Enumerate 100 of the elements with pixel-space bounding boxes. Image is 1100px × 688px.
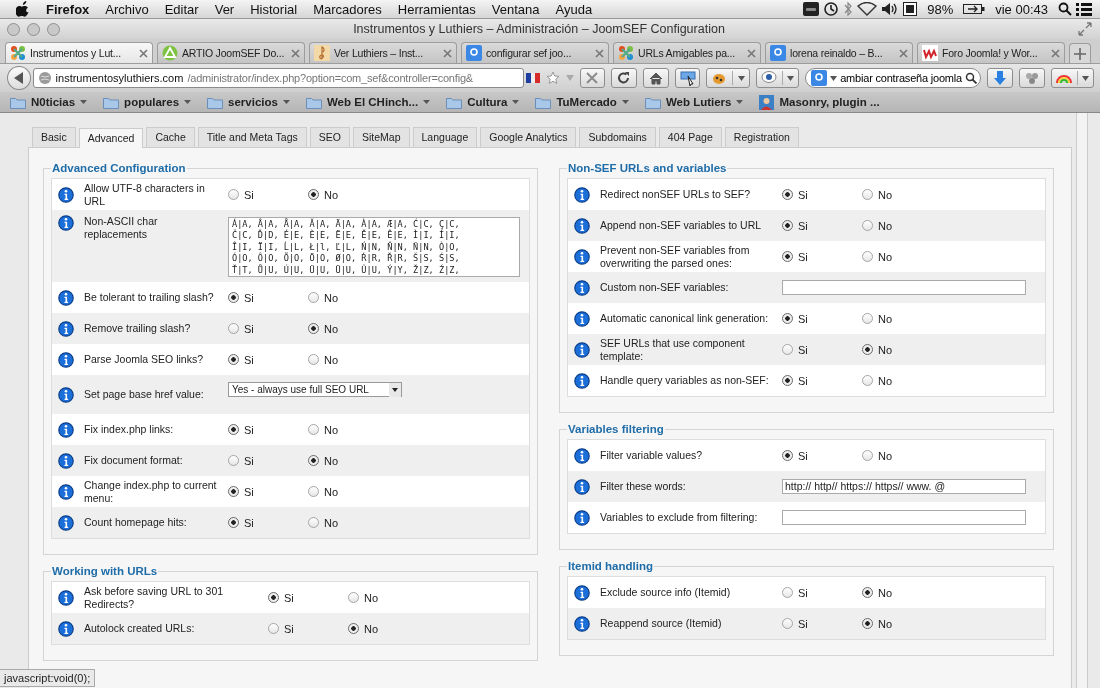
search-icon[interactable] xyxy=(1058,2,1072,16)
bookmark-item[interactable]: populares xyxy=(103,95,192,109)
bookmark-item[interactable]: Masonry, plugin ... xyxy=(759,94,880,110)
info-icon[interactable] xyxy=(574,279,590,296)
volume-icon[interactable] xyxy=(881,2,900,16)
battery-icon[interactable] xyxy=(963,3,986,15)
text-field[interactable]: http:// http// https:// https// www. @ xyxy=(782,479,1026,494)
browser-tab[interactable]: ARTIO JoomSEF Do... xyxy=(157,42,305,63)
speech-bubble-button[interactable] xyxy=(755,68,800,88)
list-menu-icon[interactable] xyxy=(1076,2,1092,16)
radio-button[interactable] xyxy=(782,618,793,629)
radio-button[interactable] xyxy=(228,517,239,528)
settings-tab[interactable]: Cache xyxy=(146,127,195,147)
close-icon[interactable] xyxy=(139,48,148,58)
radio-button[interactable] xyxy=(782,344,793,355)
square-logo-icon[interactable] xyxy=(811,70,828,86)
browser-tab[interactable]: configurar sef joo... xyxy=(461,42,609,63)
menu-clock[interactable]: vie 00:43 xyxy=(989,1,1054,17)
browser-tab[interactable]: Instrumentos y Lut... xyxy=(5,42,153,63)
radio-button[interactable] xyxy=(782,189,793,200)
home-button[interactable] xyxy=(643,68,669,88)
radio-button[interactable] xyxy=(782,251,793,262)
settings-tab[interactable]: Registration xyxy=(724,127,799,147)
search-field[interactable]: ambiar contraseña joomla xyxy=(805,68,982,88)
fullscreen-icon[interactable] xyxy=(1078,22,1092,36)
info-icon[interactable] xyxy=(574,310,590,327)
radio-button[interactable] xyxy=(862,251,873,262)
menu-item[interactable]: Editar xyxy=(158,1,205,17)
info-icon[interactable] xyxy=(58,514,74,531)
address-field[interactable]: instrumentosyluthiers.com /administrator/index.php?option=com_sef&controller=config& xyxy=(32,68,524,88)
settings-tab[interactable]: Google Analytics xyxy=(480,127,577,147)
radio-button[interactable] xyxy=(308,486,319,497)
info-icon[interactable] xyxy=(574,341,590,358)
info-icon[interactable] xyxy=(574,447,590,464)
info-icon[interactable] xyxy=(574,248,590,265)
radio-button[interactable] xyxy=(862,344,873,355)
info-icon[interactable] xyxy=(58,186,74,203)
radio-button[interactable] xyxy=(782,220,793,231)
scrollbar[interactable] xyxy=(1076,113,1088,688)
info-icon[interactable] xyxy=(574,509,590,526)
reload-button[interactable] xyxy=(611,68,638,88)
bookmark-item[interactable]: N0ticias xyxy=(10,95,88,109)
info-icon[interactable] xyxy=(58,289,74,306)
info-icon[interactable] xyxy=(574,186,590,203)
download-button[interactable] xyxy=(987,68,1013,88)
dropdown-arrow-icon[interactable] xyxy=(830,75,838,81)
radio-button[interactable] xyxy=(228,486,239,497)
radio-button[interactable] xyxy=(308,517,319,528)
dropdown-select[interactable]: Yes - always use full SEO URL xyxy=(228,382,402,397)
close-icon[interactable] xyxy=(443,48,452,58)
browser-tab[interactable]: Foro Joomla! y Wor... xyxy=(917,42,1065,63)
info-icon[interactable] xyxy=(58,589,74,606)
radio-button[interactable] xyxy=(862,450,873,461)
radio-button[interactable] xyxy=(782,450,793,461)
radio-button[interactable] xyxy=(862,587,873,598)
info-icon[interactable] xyxy=(58,483,74,500)
bookmark-item[interactable]: Web Lutiers xyxy=(644,95,744,109)
radio-button[interactable] xyxy=(228,292,239,303)
radio-button[interactable] xyxy=(228,424,239,435)
radio-button[interactable] xyxy=(862,220,873,231)
settings-tab[interactable]: Advanced xyxy=(78,128,144,148)
apple-logo-icon[interactable] xyxy=(16,1,30,17)
ladybug-button[interactable] xyxy=(706,68,750,88)
info-icon[interactable] xyxy=(58,351,74,368)
back-button[interactable] xyxy=(7,66,31,90)
info-icon[interactable] xyxy=(58,320,74,337)
text-area[interactable]: Á|A, Â|A, Å|A, Ă|A, Ä|A, À|A, Æ|A, Ć|C, Ç|C, Č|C, Ď|D, É|E, È|E, Ë|E, Ě|E, Ê|E, Ì|I, Í|I, Î|I, Ï|I, Ĺ|L, Ł|l, Ľ|L, Ń|N, Ň|N, Ñ|N, Ò|O, Ó|O, Ô|O, Õ|O, Ö|O, Ø|O, Ŕ|R, Ř|R, Š|S, Ś|S, Ť|T, Ů|U, Ú|U, Ű|U, Ü|U, Û|U, Ý|Y, Ž|Z, Ź|Z, xyxy=(228,217,520,277)
star-icon[interactable] xyxy=(545,71,560,85)
radio-button[interactable] xyxy=(782,375,793,386)
info-icon[interactable] xyxy=(58,215,74,231)
app-menu[interactable]: Firefox xyxy=(34,1,96,17)
radio-button[interactable] xyxy=(228,323,239,334)
radio-button[interactable] xyxy=(782,313,793,324)
info-icon[interactable] xyxy=(58,421,74,438)
radio-button[interactable] xyxy=(308,354,319,365)
radio-button[interactable] xyxy=(348,623,359,634)
browser-tab[interactable]: Ver Luthiers – Inst... xyxy=(309,42,457,63)
close-icon[interactable] xyxy=(291,48,300,58)
radio-button[interactable] xyxy=(862,189,873,200)
info-icon[interactable] xyxy=(58,452,74,469)
bookmark-item[interactable]: Cultura xyxy=(446,95,520,109)
radio-button[interactable] xyxy=(228,189,239,200)
pointer-tool-button[interactable] xyxy=(674,68,701,88)
menu-item[interactable]: Historial xyxy=(244,1,304,17)
new-tab-button[interactable] xyxy=(1069,43,1091,63)
radio-button[interactable] xyxy=(862,313,873,324)
radio-button[interactable] xyxy=(348,592,359,603)
info-icon[interactable] xyxy=(58,386,74,403)
bookmark-item[interactable]: servicios xyxy=(207,95,290,109)
app-status-icon[interactable] xyxy=(803,2,820,16)
radio-button[interactable] xyxy=(308,323,319,334)
settings-tab[interactable]: Title and Meta Tags xyxy=(197,127,307,147)
browser-tab[interactable]: URLs Amigables pa... xyxy=(613,42,761,63)
menu-item[interactable]: Marcadores xyxy=(307,1,388,17)
rainbow-button[interactable] xyxy=(1050,68,1094,88)
info-icon[interactable] xyxy=(58,620,74,637)
radio-button[interactable] xyxy=(268,623,279,634)
settings-tab[interactable]: Basic xyxy=(32,127,76,147)
menu-item[interactable]: Ventana xyxy=(485,1,546,17)
wifi-icon[interactable] xyxy=(857,2,878,16)
